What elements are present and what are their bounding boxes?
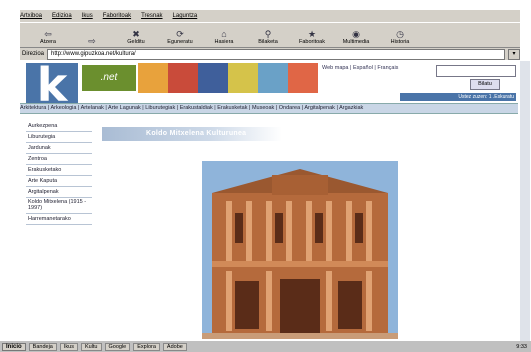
menu-item[interactable]: Faboritoak [103, 13, 131, 19]
toolbar-label: Eguneratu [167, 39, 193, 45]
favorites-icon: ★ [307, 29, 317, 39]
url-input[interactable]: http://www.gipuzkoa.net/kultura/ [47, 48, 505, 60]
sidebar: Aurkezpena Liburutegia Jardunak Zentroa Erak… [26, 121, 92, 225]
search-icon: ⚲ [264, 29, 272, 39]
toolbar-button[interactable]: ⟳ Eguneratu [160, 24, 200, 46]
site-search-input[interactable] [436, 65, 516, 77]
taskbar-item[interactable]: Google [104, 342, 131, 351]
toolbar-button[interactable]: ✖ Gelditu [116, 24, 156, 46]
back-arrow-icon: ⇦ [44, 29, 52, 39]
history-icon: ◷ [396, 29, 404, 39]
sidebar-item[interactable]: Liburutegia [26, 132, 92, 143]
building-photo [202, 161, 398, 339]
sidebar-item[interactable]: Argitalpenak [26, 187, 92, 198]
sidebar-item[interactable]: Arte Kaputa [26, 176, 92, 187]
menu-bar: Artxiboa Edizioa Ikus Faboritoak Tresnak Lagu… [20, 10, 520, 22]
language-links[interactable]: Web mapa | Español | Français [322, 65, 398, 71]
menu-item[interactable]: Edizioa [52, 13, 72, 19]
header-collage [138, 63, 318, 93]
sidebar-item[interactable]: Koldo Mitxelena (1915 - 1997) [26, 198, 92, 214]
home-icon: ⌂ [221, 29, 227, 39]
toolbar-label: Atzera [40, 39, 56, 45]
sidebar-item[interactable]: Aurkezpena [26, 121, 92, 132]
dropdown-icon[interactable]: ▾ [508, 48, 520, 60]
net-badge[interactable]: .net [82, 65, 136, 91]
site-logo[interactable]: k [26, 62, 78, 108]
sidebar-item[interactable]: Harremanetarako [26, 214, 92, 225]
taskbar: Inicio Bandeja Ikus Kultu Google Explora Adob… [0, 341, 531, 352]
banner-title: Koldo Mitxelena Kulturunea [146, 130, 247, 137]
toolbar-button[interactable]: ⌂ Hasiera [204, 24, 244, 46]
sidebar-item[interactable]: Zentroa [26, 154, 92, 165]
multimedia-icon: ◉ [352, 29, 360, 39]
address-label: Direzioa [22, 51, 45, 57]
toolbar-label: Multimedia [342, 39, 370, 45]
taskbar-item[interactable]: Adobe [162, 342, 187, 351]
task-list: Bandeja Ikus Kultu Google Explora Adobe [28, 342, 187, 351]
forward-arrow-icon: ⇨ [88, 36, 96, 46]
toolbar-label: Hasiera [214, 39, 234, 45]
toolbar-label: Bilaketa [258, 39, 278, 45]
toolbar-button[interactable]: ◉ Multimedia [336, 24, 376, 46]
toolbar-button[interactable]: ★ Faboritoak [292, 24, 332, 46]
start-button[interactable]: Inicio [2, 342, 26, 351]
address-bar: Direzioa http://www.gipuzkoa.net/kultura… [20, 48, 520, 60]
toolbar-button[interactable]: ◷ Historia [380, 24, 420, 46]
toolbar-label: Gelditu [127, 39, 145, 45]
clock: 9:33 [516, 343, 527, 350]
taskbar-item[interactable]: Explora [133, 342, 160, 351]
scrollbar[interactable] [520, 61, 530, 341]
taskbar-item[interactable]: Bandeja [28, 342, 57, 351]
taskbar-item[interactable]: Kultu [80, 342, 102, 351]
menu-item[interactable]: Artxiboa [20, 13, 42, 19]
menu-item[interactable]: Laguntza [173, 13, 198, 19]
site-nav[interactable]: Arkitektura | Arkeologia | Artelanak | A… [20, 103, 518, 114]
user-line: Ustez zuzen: 1 .Eskuratu [400, 93, 516, 101]
browser-toolbar: ⇦ Atzera ⇨ ✖ Gelditu ⟳ Eguneratu ⌂ Hasiera ⚲ Bilak… [20, 22, 520, 48]
section-banner: Koldo Mitxelena Kulturunea [102, 127, 282, 141]
stop-icon: ✖ [132, 29, 140, 39]
search-button[interactable]: Bilatu [470, 79, 500, 90]
menu-item[interactable]: Ikus [82, 13, 93, 19]
sidebar-item[interactable]: Erakusketako [26, 165, 92, 176]
toolbar-button[interactable]: ⚲ Bilaketa [248, 24, 288, 46]
taskbar-item[interactable]: Ikus [59, 342, 78, 351]
toolbar-label: Historia [390, 39, 410, 45]
sidebar-item[interactable]: Jardunak [26, 143, 92, 154]
web-page: k .net Web mapa | Español | Français Bil… [20, 61, 518, 341]
refresh-icon: ⟳ [176, 29, 184, 39]
toolbar-button[interactable]: ⇨ [72, 24, 112, 46]
toolbar-label: Faboritoak [299, 39, 325, 45]
toolbar-button[interactable]: ⇦ Atzera [28, 24, 68, 46]
menu-item[interactable]: Tresnak [141, 13, 162, 19]
